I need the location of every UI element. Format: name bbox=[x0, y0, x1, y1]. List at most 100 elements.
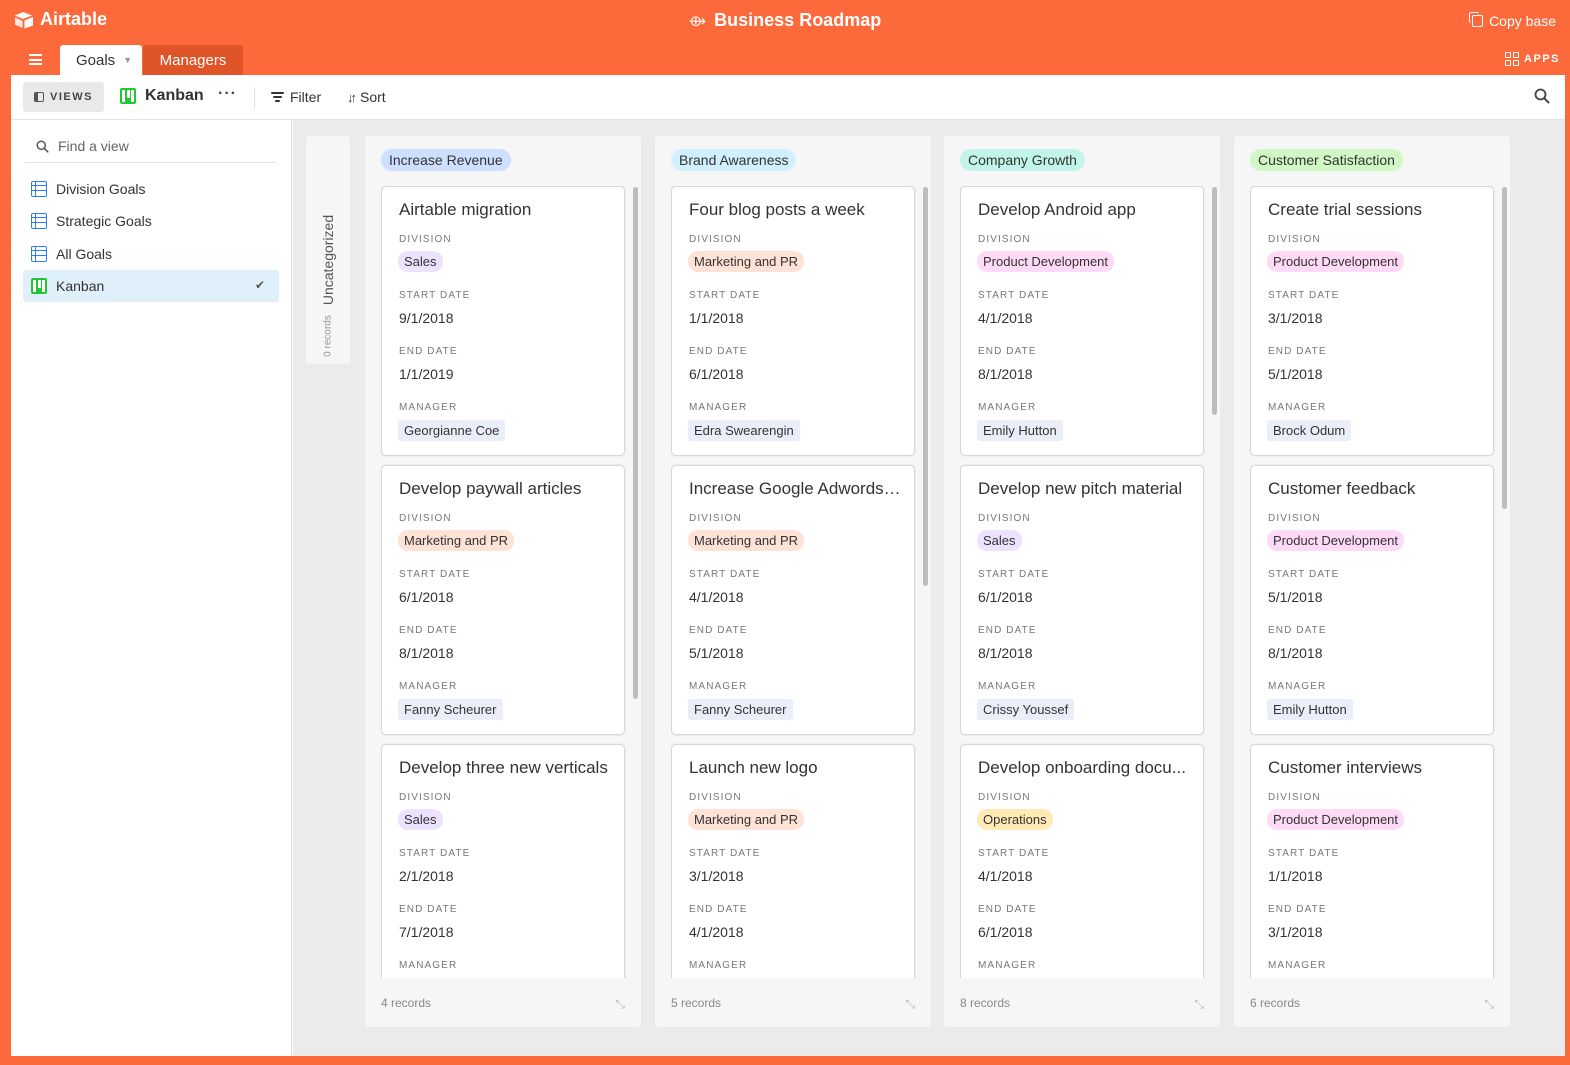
card-title: Airtable migration bbox=[399, 200, 532, 219]
kanban-stack: Brand Awareness Four blog posts a week DIV… bbox=[655, 136, 931, 1027]
apps-label: APPS bbox=[1524, 53, 1560, 65]
sort-button[interactable]: ↓↑ Sort bbox=[347, 89, 386, 105]
record-card[interactable]: Develop onboarding docu... DIVISION Operat… bbox=[960, 744, 1204, 978]
collapse-icon[interactable]: ⤡ bbox=[1484, 997, 1494, 1012]
grid-icon bbox=[31, 213, 47, 229]
stack-header[interactable]: Increase Revenue bbox=[381, 149, 511, 171]
collapse-icon[interactable]: ⤡ bbox=[905, 997, 915, 1012]
card-list: Create trial sessions DIVISION Product Dev… bbox=[1250, 186, 1496, 978]
filter-button[interactable]: Filter bbox=[271, 89, 321, 105]
toolbar-divider bbox=[254, 87, 255, 109]
record-card[interactable]: Customer feedback DIVISION Product Develop… bbox=[1250, 465, 1494, 735]
card-list: Airtable migration DIVISION Sales START DAT… bbox=[381, 186, 627, 978]
record-card[interactable]: Launch new logo DIVISION Marketing and PR S… bbox=[671, 744, 915, 978]
field-label-end-date: END DATE bbox=[399, 625, 458, 636]
record-card[interactable]: Develop three new verticals DIVISION Sales… bbox=[381, 744, 625, 978]
record-card[interactable]: Customer interviews DIVISION Product Devel… bbox=[1250, 744, 1494, 978]
collapse-icon[interactable]: ⤡ bbox=[615, 997, 625, 1012]
search-icon bbox=[36, 139, 49, 153]
field-label-end-date: END DATE bbox=[689, 625, 748, 636]
sidebar-toggle-icon bbox=[34, 92, 45, 102]
card-list: Four blog posts a week DIVISION Marketing … bbox=[671, 186, 917, 978]
division-pill: Marketing and PR bbox=[688, 530, 805, 551]
card-title: Increase Google Adwords ... bbox=[689, 479, 901, 498]
card-title: Launch new logo bbox=[689, 758, 818, 777]
stack-header[interactable]: Company Growth bbox=[960, 149, 1085, 171]
kanban-stack: Customer Satisfaction Create trial sessio… bbox=[1234, 136, 1510, 1027]
sidebar-item-strategic-goals[interactable]: Strategic Goals bbox=[23, 205, 279, 237]
sidebar-item-kanban[interactable]: Kanban ✔ bbox=[23, 270, 279, 302]
manager-chip: Fanny Scheurer bbox=[398, 699, 503, 720]
record-card[interactable]: Four blog posts a week DIVISION Marketing … bbox=[671, 186, 915, 456]
field-label-division: DIVISION bbox=[399, 513, 452, 524]
collapse-icon[interactable]: ⤡ bbox=[1194, 997, 1204, 1012]
record-card[interactable]: Airtable migration DIVISION Sales START DAT… bbox=[381, 186, 625, 456]
apps-icon bbox=[1505, 52, 1520, 66]
field-label-division: DIVISION bbox=[978, 513, 1031, 524]
caret-down-icon[interactable]: ▼ bbox=[123, 55, 132, 65]
end-date-value: 5/1/2018 bbox=[689, 645, 744, 661]
scrollbar[interactable] bbox=[1212, 187, 1217, 415]
field-label-division: DIVISION bbox=[689, 792, 742, 803]
checkmark-icon: ✔ bbox=[254, 278, 265, 292]
stack-name-pill: Company Growth bbox=[960, 149, 1085, 171]
copy-base-button[interactable]: Copy base bbox=[1469, 12, 1556, 29]
sort-label: Sort bbox=[360, 89, 386, 105]
start-date-value: 5/1/2018 bbox=[1268, 589, 1323, 605]
top-bar: Airtable ⟴ Business Roadmap Copy base bbox=[0, 0, 1570, 44]
record-card[interactable]: Create trial sessions DIVISION Product Dev… bbox=[1250, 186, 1494, 456]
field-label-division: DIVISION bbox=[978, 234, 1031, 245]
end-date-value: 6/1/2018 bbox=[978, 924, 1033, 940]
stack-header[interactable]: Customer Satisfaction bbox=[1250, 149, 1403, 171]
sidebar-item-label: Division Goals bbox=[56, 181, 146, 197]
card-title: Develop new pitch material bbox=[978, 479, 1183, 498]
field-label-manager: MANAGER bbox=[689, 960, 748, 971]
filter-icon bbox=[271, 92, 284, 102]
tab-managers[interactable]: Managers bbox=[143, 45, 243, 75]
uncategorized-stack[interactable]: Uncategorized 0 records bbox=[306, 136, 350, 364]
sidebar-item-division-goals[interactable]: Division Goals bbox=[23, 173, 279, 205]
record-card[interactable]: Develop new pitch material DIVISION Sales S… bbox=[960, 465, 1204, 735]
end-date-value: 3/1/2018 bbox=[1268, 924, 1323, 940]
field-label-end-date: END DATE bbox=[689, 346, 748, 357]
kanban-stack: Increase Revenue Airtable migration DIVISI… bbox=[365, 136, 641, 1027]
tab-goals[interactable]: Goals ▼ bbox=[60, 45, 142, 75]
field-label-end-date: END DATE bbox=[1268, 625, 1327, 636]
base-title[interactable]: ⟴ Business Roadmap bbox=[0, 10, 1570, 31]
scrollbar[interactable] bbox=[1502, 187, 1507, 509]
field-label-division: DIVISION bbox=[399, 234, 452, 245]
views-toggle-button[interactable]: VIEWS bbox=[23, 82, 104, 112]
field-label-manager: MANAGER bbox=[399, 960, 458, 971]
apps-button[interactable]: APPS bbox=[1505, 52, 1560, 66]
hamburger-menu-icon[interactable] bbox=[29, 54, 42, 65]
field-label-end-date: END DATE bbox=[978, 625, 1037, 636]
sidebar-item-all-goals[interactable]: All Goals bbox=[23, 238, 279, 270]
tab-managers-label: Managers bbox=[159, 51, 227, 69]
card-title: Develop onboarding docu... bbox=[978, 758, 1186, 777]
field-label-start-date: START DATE bbox=[978, 848, 1050, 859]
stack-header[interactable]: Brand Awareness bbox=[671, 149, 797, 171]
field-label-manager: MANAGER bbox=[1268, 402, 1327, 413]
current-view-name[interactable]: Kanban bbox=[120, 87, 204, 105]
find-view-placeholder: Find a view bbox=[58, 138, 129, 154]
card-title: Customer interviews bbox=[1268, 758, 1422, 777]
card-title: Develop three new verticals bbox=[399, 758, 608, 777]
find-view-input[interactable]: Find a view bbox=[25, 130, 276, 163]
scrollbar[interactable] bbox=[923, 187, 928, 586]
base-icon: ⟴ bbox=[688, 13, 707, 30]
field-label-end-date: END DATE bbox=[1268, 346, 1327, 357]
start-date-value: 3/1/2018 bbox=[1268, 310, 1323, 326]
division-pill: Sales bbox=[977, 530, 1022, 551]
copy-icon bbox=[1469, 12, 1484, 27]
field-label-manager: MANAGER bbox=[1268, 681, 1327, 692]
record-card[interactable]: Develop Android app DIVISION Product Devel… bbox=[960, 186, 1204, 456]
record-card[interactable]: Increase Google Adwords ... DIVISION Marke… bbox=[671, 465, 915, 735]
view-more-icon[interactable]: ··· bbox=[218, 85, 237, 103]
start-date-value: 1/1/2018 bbox=[689, 310, 744, 326]
scrollbar[interactable] bbox=[633, 187, 638, 699]
search-icon[interactable] bbox=[1534, 88, 1550, 109]
base-title-text: Business Roadmap bbox=[714, 10, 882, 30]
record-card[interactable]: Develop paywall articles DIVISION Marketin… bbox=[381, 465, 625, 735]
field-label-start-date: START DATE bbox=[689, 569, 761, 580]
field-label-end-date: END DATE bbox=[399, 346, 458, 357]
